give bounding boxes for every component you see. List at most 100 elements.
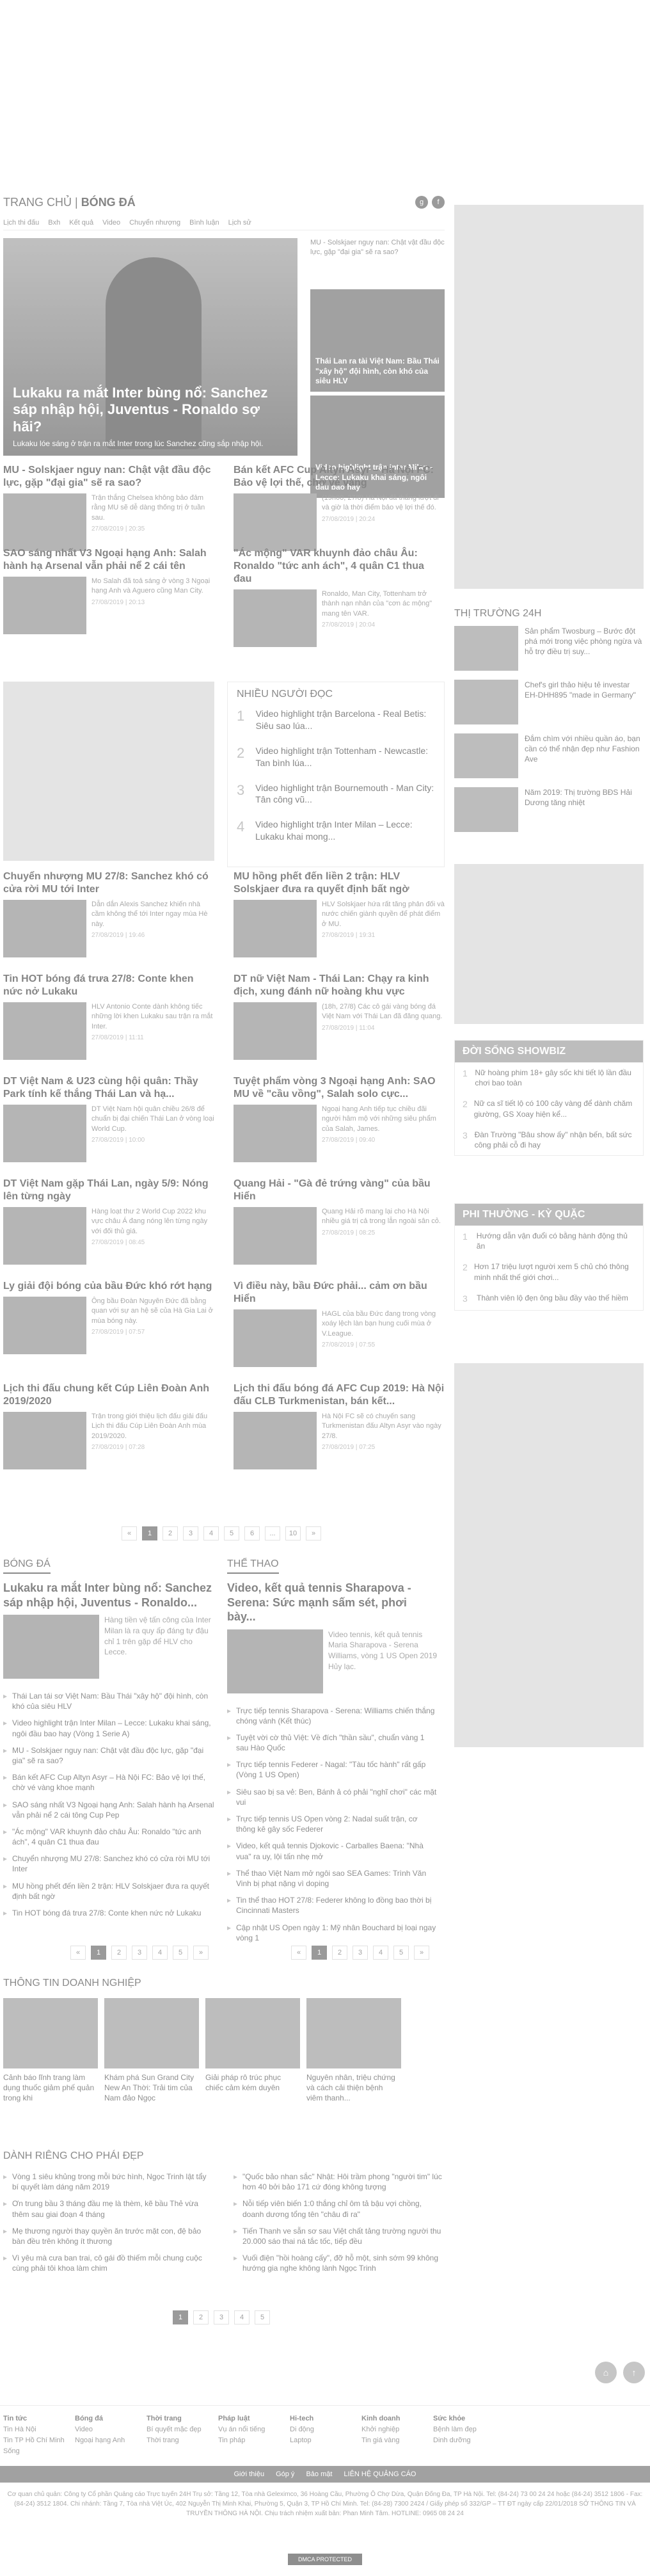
article-thumb[interactable] [234,1207,317,1265]
article-card[interactable]: DT Việt Nam & U23 cùng hội quân: Thầy Pa… [3,1075,214,1162]
most-read-item[interactable]: 4 Video highlight trận Inter Milan – Lecc… [237,819,435,843]
article-thumb[interactable] [3,1412,86,1469]
breadcrumb-home[interactable]: TRANG CHỦ [3,196,72,209]
article-thumb[interactable] [234,1309,317,1367]
business-card[interactable]: Cảnh báo lĩnh trang làm dụng thuốc giảm … [3,1998,98,2104]
home-icon[interactable]: ⌂ [595,2362,617,2383]
hero-title[interactable]: Lukaku ra mắt Inter bùng nổ: Sanchez sáp… [13,385,288,435]
page-number[interactable]: 3 [353,1946,368,1960]
article-card[interactable]: MU - Solskjaer nguy nan: Chật vật đầu độ… [3,464,214,551]
page-number[interactable]: 1 [91,1946,106,1960]
showbiz-item[interactable]: 1 Nữ hoàng phim 18+ gây sốc khi tiết lộ l… [455,1062,643,1093]
section-header-thethao[interactable]: THỂ THAO [227,1558,279,1574]
article-card[interactable]: Tin HOT bóng đá trưa 27/8: Conte khen nứ… [3,973,214,1060]
women-link[interactable]: Vòng 1 siêu khủng trong mỗi bức hình, Ng… [3,2168,214,2195]
footer-cat-head[interactable]: Thời trang [147,2413,218,2424]
article-thumb[interactable] [3,1297,86,1354]
page-number[interactable]: 5 [173,1946,188,1960]
article-thumb[interactable] [3,577,86,634]
women-link[interactable]: Vuối điện "hồi hoàng cấy", đỡ hỗ một, si… [234,2250,445,2276]
footer-link[interactable]: Ngoại hạng Anh [75,2435,147,2446]
column-link[interactable]: SAO sáng nhất V3 Ngoại hạng Anh: Salah h… [3,1796,214,1823]
column-lead-thumb[interactable] [3,1615,99,1679]
page-next[interactable]: » [414,1946,429,1960]
column-link[interactable]: MU - Solskjaer nguy nan: Chật vật đầu độ… [3,1742,214,1769]
sidebar-ad[interactable] [454,1363,644,1747]
subnav-item[interactable]: Lịch thi đấu [3,219,39,227]
google-plus-icon[interactable]: g [415,196,428,209]
article-card[interactable]: Chuyển nhượng MU 27/8: Sanchez khó có cử… [3,870,214,957]
footer-link[interactable]: Tin Hà Nội [3,2424,75,2435]
footer-about[interactable]: Giới thiệu [234,2470,265,2478]
scroll-top-icon[interactable]: ↑ [623,2362,645,2383]
page-number[interactable]: 6 [244,1526,260,1540]
footer-link[interactable]: Bí quyết mặc đẹp [147,2424,218,2435]
column-link[interactable]: Tin thể thao HOT 27/8: Federer không lo … [227,1892,438,1919]
page-number[interactable]: 5 [224,1526,239,1540]
footer-link[interactable]: Bệnh làm đẹp [433,2424,505,2435]
column-link[interactable]: Siêu sao bị sa vẻ: Ben, Bánh ả có phải "… [227,1784,438,1811]
column-link[interactable]: Video highlight trận Inter Milan – Lecce… [3,1715,214,1741]
footer-link[interactable]: Dinh dưỡng [433,2435,505,2446]
breadcrumb-section[interactable]: BÓNG ĐÁ [81,196,136,209]
most-read-item[interactable]: 3 Video highlight trận Bournemouth - Man … [237,782,435,806]
page-number[interactable]: 10 [285,1526,301,1540]
hero-article[interactable]: Lukaku ra mắt Inter bùng nổ: Sanchez sáp… [3,238,297,456]
hero-side-card[interactable]: Thái Lan ra tài Việt Nam: Bầu Thái "xây … [310,289,445,392]
article-card[interactable]: Tuyệt phẩm vòng 3 Ngoại hạng Anh: SAO MU… [234,1075,445,1162]
business-card[interactable]: Nguyên nhân, triệu chứng và cách cải thi… [306,1998,401,2104]
footer-link[interactable]: Sống [3,2446,75,2457]
page-number[interactable]: 4 [203,1526,219,1540]
column-link[interactable]: Video, kết quả tennis Djokovic - Carball… [227,1837,438,1864]
footer-link[interactable]: Video [75,2424,147,2435]
phithuong-item[interactable]: 3 Thành viên lộ đẹn ông bầu đầy vào thế h… [455,1288,643,1310]
subnav-item[interactable]: Bình luận [189,219,219,227]
footer-cat-head[interactable]: Sức khỏe [433,2413,505,2424]
footer-feedback[interactable]: Góp ý [276,2470,294,2478]
most-read-item[interactable]: 1 Video highlight trận Barcelona - Real B… [237,708,435,732]
business-card[interactable]: Giải pháp rô trúc phục chiếc cảm kém duy… [205,1998,300,2104]
page-next[interactable]: » [193,1946,209,1960]
footer-privacy[interactable]: Bảo mật [306,2470,332,2478]
column-link[interactable]: Trực tiếp tennis Federer - Nagal: "Tàu t… [227,1756,438,1783]
phithuong-item[interactable]: 1 Hướng dẫn vận đuổi có bằng hành động th… [455,1226,643,1256]
hero-side-text[interactable]: MU - Solskjaer nguy nan: Chật vật đầu độ… [310,238,445,289]
showbiz-item[interactable]: 2 Nữ ca sĩ tiết lộ có 100 cây vàng để dàn… [455,1093,643,1124]
footer-link[interactable]: Tin giá vàng [361,2435,433,2446]
page-number[interactable]: 1 [142,1526,157,1540]
market-item[interactable]: Đắm chìm với nhiều quần áo, bạn cần có t… [454,733,644,778]
page-number[interactable]: 3 [183,1526,198,1540]
market-item[interactable]: Năm 2019: Thị trường BĐS Hải Dương tăng … [454,787,644,832]
column-link[interactable]: Thể thao Việt Nam mở ngôi sao SEA Games:… [227,1865,438,1892]
facebook-icon[interactable]: f [432,196,445,209]
phithuong-item[interactable]: 2 Hơn 17 triệu lượt người xem 5 chủ chó t… [455,1256,643,1287]
footer-link[interactable]: Laptop [290,2435,361,2446]
footer-cat-head[interactable]: Tin tức [3,2413,75,2424]
column-link[interactable]: Cập nhật US Open ngày 1: Mỹ nhân Bouchar… [227,1919,438,1946]
article-card[interactable]: Vì điều này, bầu Đức phải... cảm ơn bầu … [234,1280,445,1367]
subnav-item[interactable]: Bxh [48,219,60,227]
page-prev[interactable]: « [122,1526,137,1540]
column-lead-thumb[interactable] [227,1629,323,1693]
page-number[interactable]: 4 [234,2310,250,2324]
footer-link[interactable]: Vụ án nổi tiếng [218,2424,290,2435]
article-thumb[interactable] [234,1412,317,1469]
most-read-item[interactable]: 2 Video highlight trận Tottenham - Newcas… [237,745,435,769]
footer-link[interactable]: Tin pháp [218,2435,290,2446]
page-prev[interactable]: « [291,1946,306,1960]
article-thumb[interactable] [3,1105,86,1162]
footer-link[interactable]: Di động [290,2424,361,2435]
article-thumb[interactable] [3,493,86,551]
footer-cat-head[interactable]: Kinh doanh [361,2413,433,2424]
column-link[interactable]: Bán kết AFC Cup Altyn Asyr – Hà Nội FC: … [3,1769,214,1796]
footer-link[interactable]: Khởi nghiệp [361,2424,433,2435]
women-link[interactable]: Ơn trung bầu 3 tháng đầu mẹ là thèm, kẽ … [3,2195,214,2222]
footer-cat-head[interactable]: Hi-tech [290,2413,361,2424]
subnav-item[interactable]: Lịch sử [228,219,251,227]
page-number[interactable]: 1 [312,1946,327,1960]
market-item[interactable]: Sản phẩm Twosburg – Bước đột phá mới tro… [454,626,644,671]
ad-banner[interactable] [3,682,214,861]
subnav-item[interactable]: Video [102,219,120,227]
article-card[interactable]: Lịch thi đấu chung kết Cúp Liên Đoàn Anh… [3,1382,214,1469]
column-link[interactable]: Thái Lan tái sơ Việt Nam: Bầu Thái "xây … [3,1688,214,1715]
